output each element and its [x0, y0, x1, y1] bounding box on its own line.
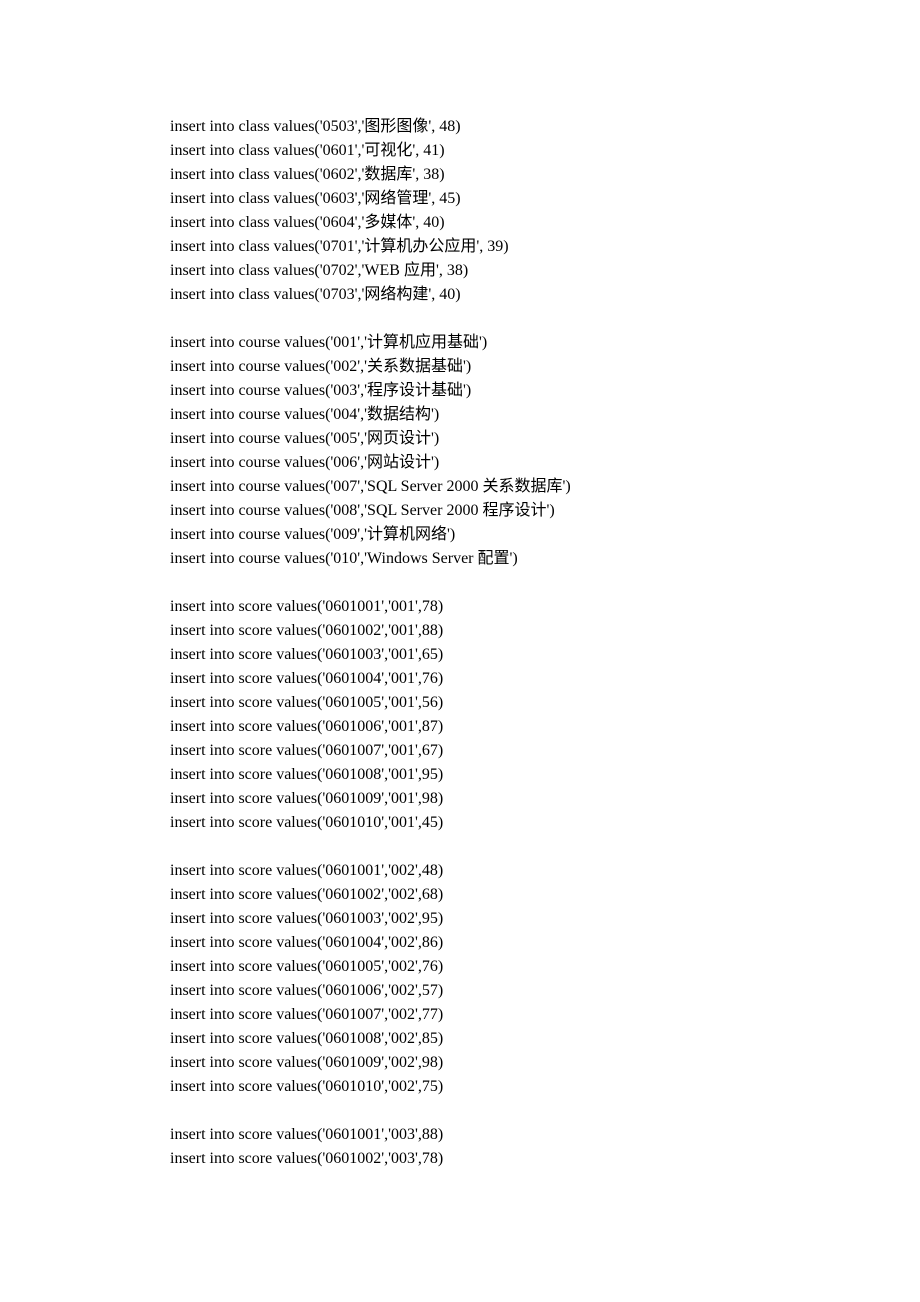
sql-line: insert into score values('0601008','001'…: [170, 763, 750, 787]
sql-block: insert into score values('0601001','002'…: [170, 859, 750, 1099]
sql-line: insert into course values('010','Windows…: [170, 547, 750, 571]
sql-line: insert into score values('0601001','003'…: [170, 1123, 750, 1147]
sql-line: insert into score values('0601010','002'…: [170, 1075, 750, 1099]
sql-line: insert into class values('0703','网络构建', …: [170, 283, 750, 307]
sql-line: insert into score values('0601010','001'…: [170, 811, 750, 835]
sql-line: insert into score values('0601007','002'…: [170, 1003, 750, 1027]
sql-line: insert into score values('0601009','002'…: [170, 1051, 750, 1075]
sql-line: insert into score values('0601003','002'…: [170, 907, 750, 931]
sql-line: insert into class values('0702','WEB 应用'…: [170, 259, 750, 283]
sql-line: insert into score values('0601004','002'…: [170, 931, 750, 955]
sql-line: insert into course values('008','SQL Ser…: [170, 499, 750, 523]
sql-line: insert into course values('002','关系数据基础'…: [170, 355, 750, 379]
sql-line: insert into course values('003','程序设计基础'…: [170, 379, 750, 403]
sql-line: insert into score values('0601003','001'…: [170, 643, 750, 667]
sql-block: insert into course values('001','计算机应用基础…: [170, 331, 750, 571]
sql-line: insert into score values('0601009','001'…: [170, 787, 750, 811]
sql-line: insert into class values('0602','数据库', 3…: [170, 163, 750, 187]
sql-block: insert into score values('0601001','003'…: [170, 1123, 750, 1171]
sql-line: insert into course values('005','网页设计'): [170, 427, 750, 451]
sql-block: insert into class values('0503','图形图像', …: [170, 115, 750, 307]
sql-line: insert into score values('0601008','002'…: [170, 1027, 750, 1051]
sql-line: insert into score values('0601004','001'…: [170, 667, 750, 691]
sql-line: insert into score values('0601005','001'…: [170, 691, 750, 715]
sql-line: insert into course values('004','数据结构'): [170, 403, 750, 427]
sql-line: insert into course values('006','网站设计'): [170, 451, 750, 475]
sql-line: insert into score values('0601002','003'…: [170, 1147, 750, 1171]
sql-line: insert into class values('0601','可视化', 4…: [170, 139, 750, 163]
sql-line: insert into score values('0601005','002'…: [170, 955, 750, 979]
document-content: insert into class values('0503','图形图像', …: [170, 115, 750, 1171]
sql-line: insert into course values('001','计算机应用基础…: [170, 331, 750, 355]
sql-line: insert into score values('0601002','001'…: [170, 619, 750, 643]
sql-line: insert into course values('009','计算机网络'): [170, 523, 750, 547]
sql-line: insert into score values('0601002','002'…: [170, 883, 750, 907]
sql-line: insert into score values('0601001','002'…: [170, 859, 750, 883]
sql-line: insert into class values('0701','计算机办公应用…: [170, 235, 750, 259]
sql-line: insert into score values('0601006','002'…: [170, 979, 750, 1003]
sql-line: insert into score values('0601006','001'…: [170, 715, 750, 739]
sql-line: insert into class values('0603','网络管理', …: [170, 187, 750, 211]
sql-line: insert into score values('0601001','001'…: [170, 595, 750, 619]
sql-line: insert into course values('007','SQL Ser…: [170, 475, 750, 499]
sql-line: insert into score values('0601007','001'…: [170, 739, 750, 763]
sql-line: insert into class values('0604','多媒体', 4…: [170, 211, 750, 235]
sql-line: insert into class values('0503','图形图像', …: [170, 115, 750, 139]
sql-block: insert into score values('0601001','001'…: [170, 595, 750, 835]
